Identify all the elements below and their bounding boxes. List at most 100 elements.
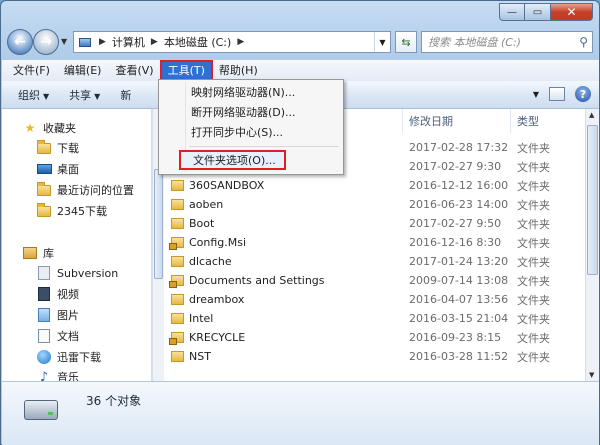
- search-icon: ⚲: [579, 35, 588, 49]
- object-count: 36 个对象: [86, 394, 142, 408]
- folder-icon: [36, 202, 52, 218]
- desktop-icon: [36, 162, 52, 176]
- tree-item-music[interactable]: ♪ 音乐: [36, 368, 79, 382]
- file-date: 2016-06-23 14:00: [409, 198, 509, 211]
- breadcrumb-computer[interactable]: 计算机: [108, 34, 149, 50]
- file-date: 2009-07-14 13:08: [409, 274, 509, 287]
- view-options-chevron-icon[interactable]: ▼: [533, 90, 539, 99]
- library-icon: [22, 246, 38, 260]
- menu-help[interactable]: 帮助(H): [212, 61, 265, 81]
- file-name: Boot: [171, 217, 214, 230]
- file-row[interactable]: dlcache 2017-01-24 13:20 文件夹: [165, 252, 587, 271]
- file-row[interactable]: aoben 2016-06-23 14:00 文件夹: [165, 195, 587, 214]
- address-history-dropdown[interactable]: ▼: [374, 32, 390, 52]
- file-name: KRECYCLE: [169, 331, 245, 345]
- navigation-row: ← → ▼ ▶ 计算机 ▶ 本地磁盘 (C:) ▶ ▼ ⇆ 搜索 本地磁盘 (C…: [7, 27, 595, 57]
- tree-item-videos[interactable]: 视频: [36, 285, 79, 303]
- locked-folder-icon: [169, 237, 184, 250]
- tree-favorites[interactable]: ★ 收藏夹: [22, 119, 76, 137]
- scroll-up-icon[interactable]: ▲: [589, 111, 594, 119]
- menu-disconnect-network-drive[interactable]: 断开网络驱动器(D)...: [191, 103, 296, 123]
- forward-arrow-icon: →: [40, 34, 52, 50]
- maximize-button[interactable]: ▭: [525, 3, 551, 21]
- navigation-scroll-thumb[interactable]: [154, 169, 163, 279]
- forward-button[interactable]: →: [33, 29, 59, 55]
- document-icon: [36, 329, 52, 343]
- address-bar[interactable]: ▶ 计算机 ▶ 本地磁盘 (C:) ▶ ▼: [73, 31, 391, 53]
- help-icon[interactable]: ?: [575, 86, 591, 102]
- column-header-date[interactable]: 修改日期: [403, 109, 511, 133]
- tree-item-2345-downloads[interactable]: 2345下载: [36, 202, 107, 220]
- search-input[interactable]: 搜索 本地磁盘 (C:) ⚲: [421, 31, 593, 53]
- star-icon: ★: [24, 121, 36, 135]
- file-list-scroll-thumb[interactable]: [587, 125, 598, 275]
- file-date: 2016-04-07 13:56: [409, 293, 509, 306]
- tree-item-label: Subversion: [57, 266, 119, 280]
- close-button[interactable]: ✕: [551, 3, 593, 21]
- breadcrumb-local-disk[interactable]: 本地磁盘 (C:): [160, 34, 235, 50]
- file-name: NST: [171, 350, 211, 363]
- file-row[interactable]: Boot 2017-02-27 9:50 文件夹: [165, 214, 587, 233]
- minimize-button[interactable]: —: [499, 3, 525, 21]
- share-button[interactable]: 共享 ▼: [69, 87, 100, 103]
- file-row[interactable]: Documents and Settings 2009-07-14 13:08 文件…: [165, 271, 587, 290]
- refresh-button[interactable]: ⇆: [395, 31, 417, 53]
- menu-open-sync-center[interactable]: 打开同步中心(S)...: [191, 123, 283, 143]
- folder-icon: [171, 256, 184, 267]
- file-row[interactable]: Intel 2016-03-15 21:04 文件夹: [165, 309, 587, 328]
- menu-file[interactable]: 文件(F): [6, 61, 57, 81]
- folder-icon: [171, 313, 184, 324]
- menu-view[interactable]: 查看(V): [108, 61, 160, 81]
- file-type: 文件夹: [517, 331, 550, 345]
- menu-separator: [189, 146, 339, 147]
- share-label: 共享: [69, 88, 92, 102]
- file-name-label: dlcache: [189, 255, 232, 268]
- scroll-down-icon[interactable]: ▼: [589, 371, 594, 379]
- details-pane: 36 个对象: [2, 381, 599, 445]
- file-list-scrollbar[interactable]: ▲ ▼: [585, 109, 599, 381]
- back-button[interactable]: ←: [7, 29, 33, 55]
- tree-item-label: 图片: [57, 309, 79, 322]
- explorer-window: — ▭ ✕ ← → ▼ ▶ 计算机 ▶ 本地磁盘 (C:) ▶ ▼ ⇆ 搜索 本…: [0, 0, 600, 445]
- menu-tools[interactable]: 工具(T): [159, 59, 213, 82]
- tree-item-thunder-downloads[interactable]: 迅雷下载: [36, 348, 101, 366]
- recent-pages-dropdown[interactable]: ▼: [61, 37, 67, 46]
- file-name: Config.Msi: [169, 236, 246, 250]
- music-icon: ♪: [39, 369, 49, 382]
- breadcrumb-separator-icon[interactable]: ▶: [235, 37, 246, 47]
- tree-item-recent-places[interactable]: 最近访问的位置: [36, 181, 134, 199]
- navigation-pane: ★ 收藏夹 下载 桌面 最近访问的位置 2345下载 库 Subversion …: [2, 109, 152, 381]
- file-date: 2016-09-23 8:15: [409, 331, 502, 344]
- file-row[interactable]: dreambox 2016-04-07 13:56 文件夹: [165, 290, 587, 309]
- file-row[interactable]: Config.Msi 2016-12-16 8:30 文件夹: [165, 233, 587, 252]
- file-row[interactable]: KRECYCLE 2016-09-23 8:15 文件夹: [165, 328, 587, 347]
- tree-libraries[interactable]: 库: [22, 244, 54, 262]
- tree-item-pictures[interactable]: 图片: [36, 306, 79, 324]
- tree-item-label: 下载: [57, 142, 79, 155]
- menu-map-network-drive[interactable]: 映射网络驱动器(N)...: [191, 83, 295, 103]
- file-row[interactable]: 360SANDBOX 2016-12-12 16:00 文件夹: [165, 176, 587, 195]
- thunder-download-icon: [36, 350, 52, 364]
- file-name-label: Boot: [189, 217, 215, 230]
- tree-item-desktop[interactable]: 桌面: [36, 160, 79, 178]
- file-name-label: Documents and Settings: [189, 274, 325, 287]
- new-folder-button[interactable]: 新: [120, 87, 131, 103]
- menu-edit[interactable]: 编辑(E): [57, 61, 109, 81]
- tree-item-documents[interactable]: 文档: [36, 327, 79, 345]
- column-header-type[interactable]: 类型: [511, 109, 587, 133]
- refresh-icon: ⇆: [401, 35, 411, 49]
- tree-item-subversion[interactable]: Subversion: [36, 264, 118, 282]
- file-type: 文件夹: [517, 179, 550, 193]
- organize-button[interactable]: 组织 ▼: [18, 87, 49, 103]
- file-row[interactable]: NST 2016-03-28 11:52 文件夹: [165, 347, 587, 366]
- file-name: dreambox: [171, 293, 244, 306]
- preview-pane-icon[interactable]: [549, 87, 565, 101]
- tools-menu: 映射网络驱动器(N)... 断开网络驱动器(D)... 打开同步中心(S)...…: [158, 79, 344, 175]
- breadcrumb-separator-icon[interactable]: ▶: [97, 37, 108, 47]
- breadcrumb-separator-icon[interactable]: ▶: [149, 37, 160, 47]
- tree-item-downloads[interactable]: 下载: [36, 139, 79, 157]
- tree-item-label: 2345下载: [57, 205, 107, 218]
- file-name: Documents and Settings: [169, 274, 325, 288]
- menu-folder-options[interactable]: 文件夹选项(O)...: [179, 150, 286, 170]
- column-header-type-label: 类型: [517, 115, 539, 128]
